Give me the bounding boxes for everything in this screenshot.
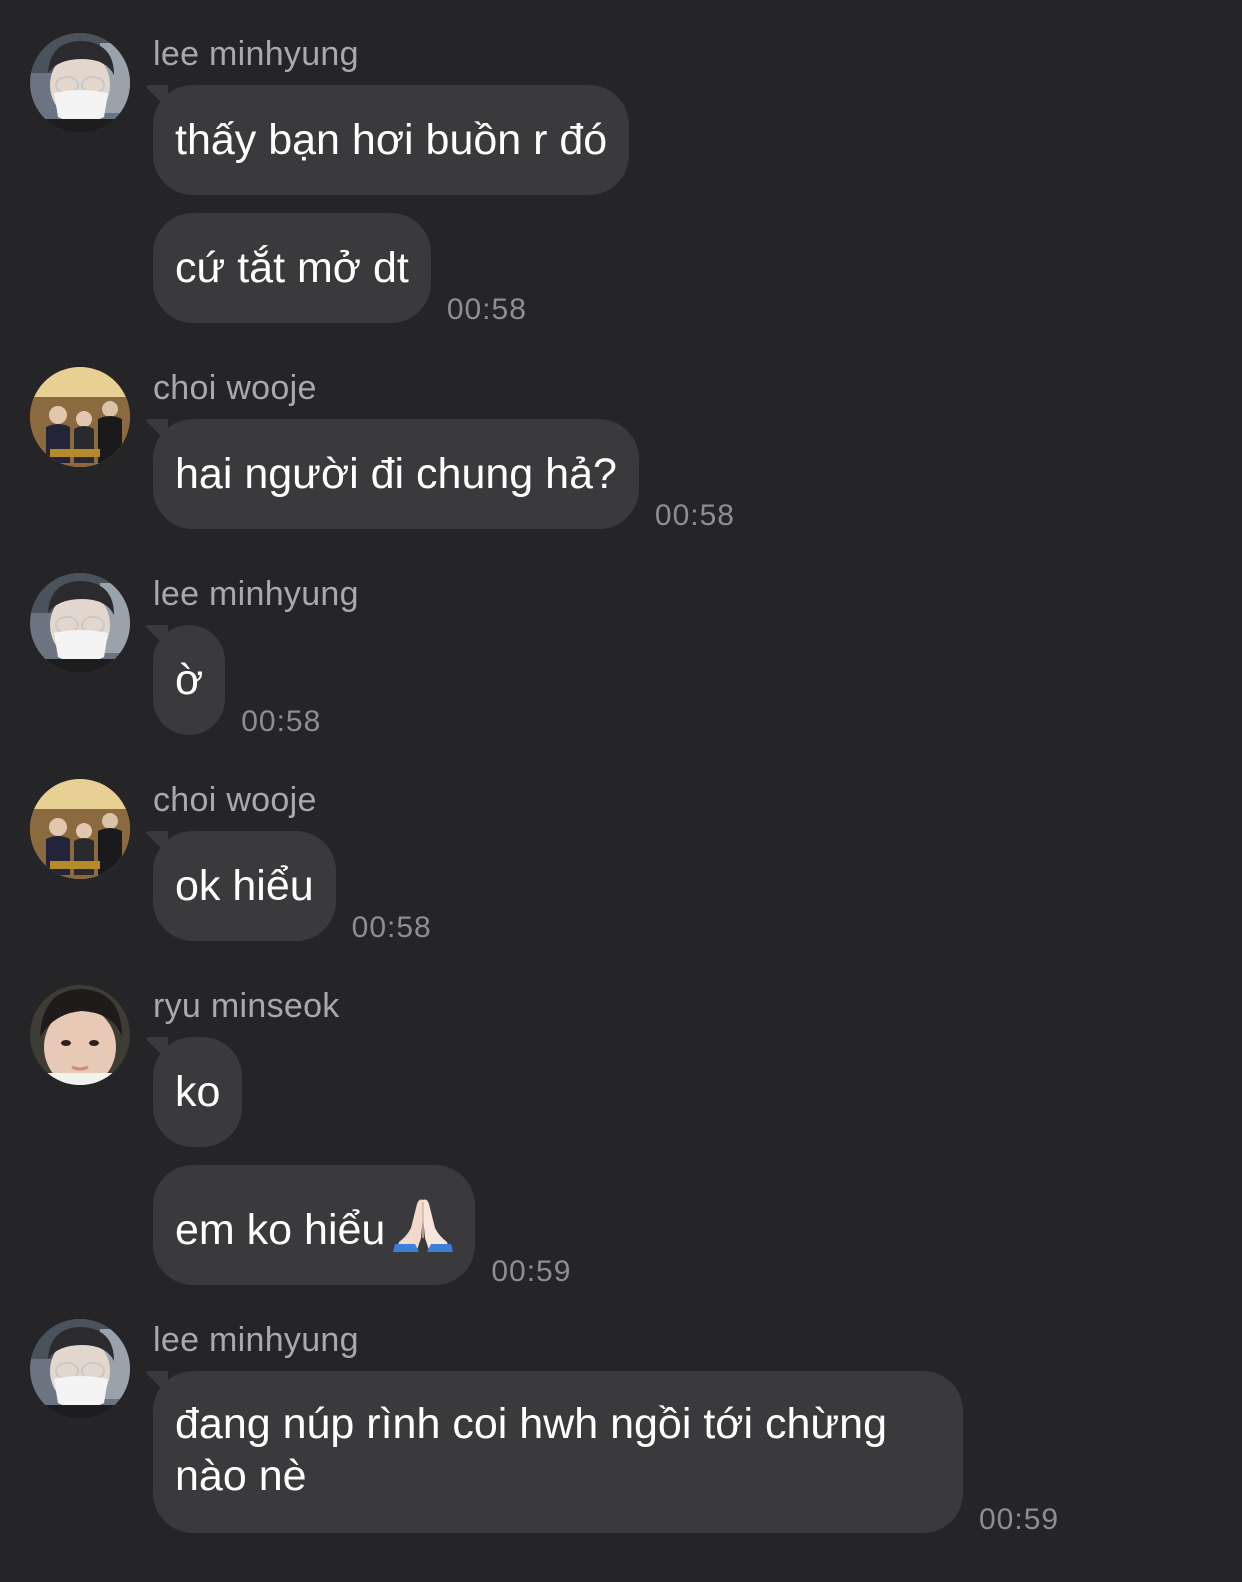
avatar[interactable]: [30, 33, 130, 133]
sender-name: lee minhyung: [153, 575, 359, 613]
message-timestamp: 00:59: [491, 1255, 572, 1288]
message-timestamp: 00:58: [241, 705, 322, 738]
sender-name: choi wooje: [153, 369, 317, 407]
message-row: ko: [153, 1037, 243, 1147]
sender-name: ryu minseok: [153, 987, 340, 1025]
sender-name: lee minhyung: [153, 1321, 359, 1359]
message-timestamp: 00:58: [351, 911, 432, 944]
lee-minhyung-avatar-icon: [30, 33, 130, 133]
message-row: đang núp rình coi hwh ngồi tới chừng nào…: [153, 1371, 1059, 1536]
message-bubble[interactable]: em ko hiểu: [153, 1165, 476, 1285]
message-row: hai người đi chung hả? 00:58: [153, 419, 735, 532]
avatar[interactable]: [30, 367, 130, 467]
choi-wooje-avatar-icon: [30, 367, 130, 467]
message-row: ok hiểu 00:58: [153, 831, 432, 944]
avatar[interactable]: [30, 985, 130, 1085]
message-bubble[interactable]: ok hiểu: [153, 831, 336, 941]
message-bubble[interactable]: cứ tắt mở dt: [153, 213, 431, 323]
message-bubble[interactable]: ờ: [153, 625, 226, 735]
message-bubble[interactable]: ko: [153, 1037, 243, 1147]
folded-hands-icon: [393, 1194, 454, 1252]
sender-name: choi wooje: [153, 781, 317, 819]
avatar[interactable]: [30, 779, 130, 879]
avatar[interactable]: [30, 573, 130, 673]
message-bubble[interactable]: thấy bạn hơi buồn r đó: [153, 85, 630, 195]
message-bubble[interactable]: đang núp rình coi hwh ngồi tới chừng nào…: [153, 1371, 963, 1533]
message-timestamp: 00:59: [979, 1503, 1060, 1536]
message-row: em ko hiểu 00:59: [153, 1165, 571, 1288]
message-timestamp: 00:58: [446, 293, 527, 326]
choi-wooje-avatar-icon: [30, 779, 130, 879]
sender-name: lee minhyung: [153, 35, 359, 73]
message-text: em ko hiểu: [175, 1206, 386, 1254]
message-timestamp: 00:58: [654, 499, 735, 532]
message-row: cứ tắt mở dt 00:58: [153, 213, 527, 326]
message-row: ờ 00:58: [153, 625, 321, 738]
message-bubble[interactable]: hai người đi chung hả?: [153, 419, 639, 529]
ryu-minseok-avatar-icon: [30, 985, 130, 1085]
avatar[interactable]: [30, 1319, 130, 1419]
message-row: thấy bạn hơi buồn r đó: [153, 85, 630, 195]
lee-minhyung-avatar-icon: [30, 1319, 130, 1419]
lee-minhyung-avatar-icon: [30, 573, 130, 673]
